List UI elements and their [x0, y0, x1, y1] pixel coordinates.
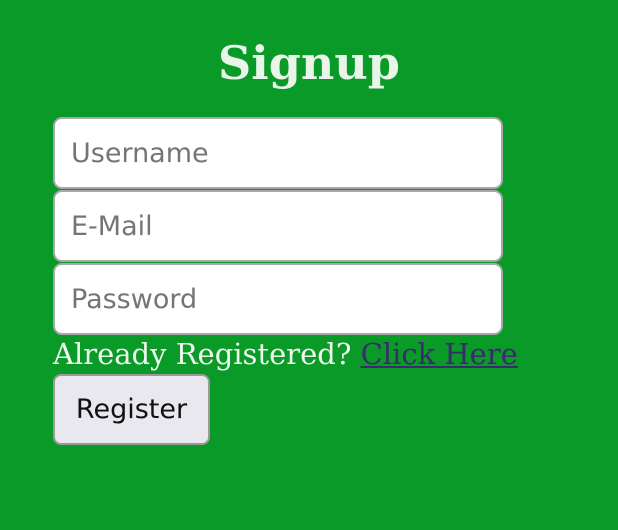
login-prompt-line: Already Registered? Click Here	[53, 334, 518, 374]
username-input[interactable]	[53, 117, 503, 189]
password-input[interactable]	[53, 263, 503, 335]
email-input[interactable]	[53, 190, 503, 262]
register-button[interactable]: Register	[53, 374, 210, 445]
login-link[interactable]: Click Here	[361, 337, 518, 371]
page-title: Signup	[218, 36, 400, 90]
login-prompt-text: Already Registered?	[53, 337, 352, 371]
